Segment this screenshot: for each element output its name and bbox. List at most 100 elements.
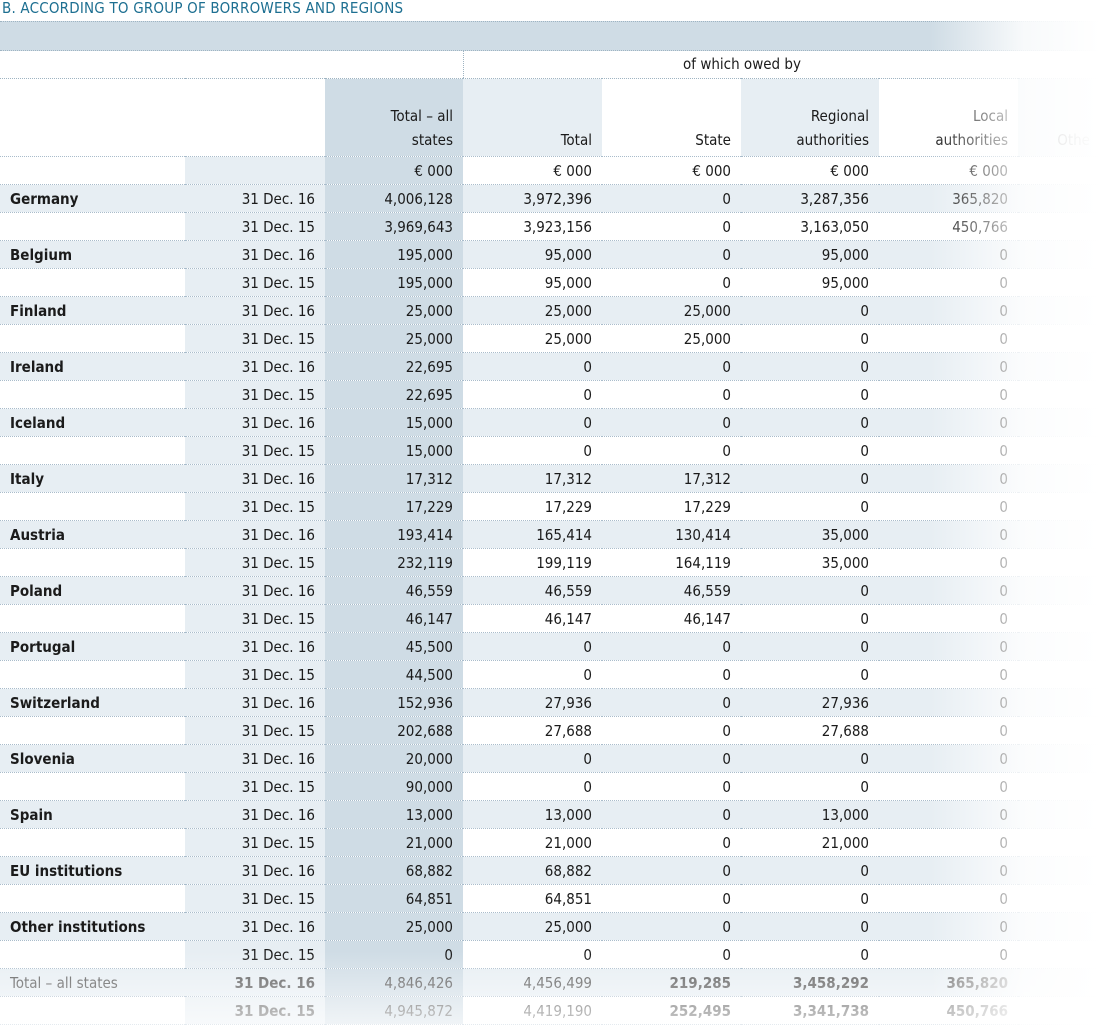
- value-cell: 0: [463, 660, 602, 689]
- value-cell-other: [1018, 828, 1100, 857]
- date-cell: 31 Dec. 16: [185, 744, 325, 773]
- date-cell: 31 Dec. 15: [185, 380, 325, 409]
- row-label-empty: [0, 940, 185, 969]
- col-header-regional: Regional authorities: [741, 78, 879, 157]
- value-cell-other: [1018, 940, 1100, 969]
- table-row: Spain 31 Dec. 16 13,000 13,000 0 13,000 0: [0, 800, 1100, 829]
- table-row: 31 Dec. 15 15,000 0 0 0 0: [0, 436, 1100, 465]
- date-cell: 31 Dec. 15: [185, 324, 325, 353]
- value-cell: 17,312: [463, 464, 602, 493]
- value-cell: 17,229: [602, 492, 741, 521]
- value-cell: 3,287,356: [741, 184, 879, 213]
- value-cell: 0: [741, 436, 879, 465]
- value-cell: 0: [741, 380, 879, 409]
- date-cell: 31 Dec. 16: [185, 240, 325, 269]
- table-row: Italy 31 Dec. 16 17,312 17,312 17,312 0 0: [0, 464, 1100, 493]
- value-cell: 3,458,292: [741, 968, 879, 997]
- value-cell: 64,851: [325, 884, 463, 913]
- date-cell: 31 Dec. 16: [185, 968, 325, 997]
- value-cell: 0: [463, 772, 602, 801]
- value-cell: 0: [602, 856, 741, 885]
- value-cell: 450,766: [879, 996, 1018, 1025]
- value-cell-other: [1018, 268, 1100, 297]
- value-cell: 21,000: [463, 828, 602, 857]
- value-cell: 0: [741, 744, 879, 773]
- value-cell: 130,414: [602, 520, 741, 549]
- value-cell: 0: [879, 884, 1018, 913]
- value-cell-other: [1018, 492, 1100, 521]
- date-cell: 31 Dec. 16: [185, 520, 325, 549]
- value-cell: 27,688: [463, 716, 602, 745]
- value-cell: 46,147: [463, 604, 602, 633]
- table-row: 31 Dec. 15 202,688 27,688 0 27,688 0: [0, 716, 1100, 745]
- value-cell: 0: [602, 800, 741, 829]
- value-cell: 0: [602, 940, 741, 969]
- value-cell: 0: [741, 296, 879, 325]
- table-row: 31 Dec. 15 25,000 25,000 25,000 0 0: [0, 324, 1100, 353]
- value-cell-other: [1018, 968, 1100, 997]
- table-row: Other institutions 31 Dec. 16 25,000 25,000…: [0, 912, 1100, 941]
- value-cell: 13,000: [741, 800, 879, 829]
- value-cell: 0: [879, 744, 1018, 773]
- table-row: 31 Dec. 15 22,695 0 0 0 0: [0, 380, 1100, 409]
- date-cell: 31 Dec. 16: [185, 800, 325, 829]
- value-cell: 68,882: [325, 856, 463, 885]
- table-row: 31 Dec. 15 195,000 95,000 0 95,000 0: [0, 268, 1100, 297]
- value-cell: 0: [879, 800, 1018, 829]
- date-cell: 31 Dec. 16: [185, 912, 325, 941]
- value-cell: 17,312: [325, 464, 463, 493]
- table-row: Slovenia 31 Dec. 16 20,000 0 0 0 0: [0, 744, 1100, 773]
- table-row: 31 Dec. 15 64,851 64,851 0 0 0: [0, 884, 1100, 913]
- value-cell: 4,945,872: [325, 996, 463, 1025]
- value-cell: 4,846,426: [325, 968, 463, 997]
- row-label-empty: [0, 772, 185, 801]
- value-cell: 0: [602, 688, 741, 717]
- unit-label: € 000: [879, 156, 1018, 185]
- row-label-empty: [0, 548, 185, 577]
- date-cell: 31 Dec. 15: [185, 212, 325, 241]
- value-cell: 22,695: [325, 352, 463, 381]
- value-cell: 0: [741, 912, 879, 941]
- table-row: 31 Dec. 15 44,500 0 0 0 0: [0, 660, 1100, 689]
- row-label-empty: [0, 716, 185, 745]
- row-label: Spain: [0, 800, 185, 829]
- value-cell: 0: [602, 828, 741, 857]
- col-header-state: State: [602, 78, 741, 157]
- date-cell: 31 Dec. 15: [185, 492, 325, 521]
- row-label: Belgium: [0, 240, 185, 269]
- value-cell: 0: [325, 940, 463, 969]
- row-label: Total – all states: [0, 968, 185, 997]
- value-cell: 0: [879, 660, 1018, 689]
- row-label-empty: [0, 660, 185, 689]
- value-cell: 0: [741, 492, 879, 521]
- table-row: Germany 31 Dec. 16 4,006,128 3,972,396 0 3,28…: [0, 184, 1100, 213]
- row-label-empty: [0, 212, 185, 241]
- date-cell: 31 Dec. 16: [185, 408, 325, 437]
- value-cell: 0: [879, 856, 1018, 885]
- value-cell: 3,163,050: [741, 212, 879, 241]
- row-label: Germany: [0, 184, 185, 213]
- value-cell-other: [1018, 576, 1100, 605]
- unit-label: € 000: [325, 156, 463, 185]
- value-cell: 0: [879, 576, 1018, 605]
- date-cell: 31 Dec. 15: [185, 996, 325, 1025]
- value-cell: 46,559: [463, 576, 602, 605]
- value-cell: 0: [602, 240, 741, 269]
- value-cell: 0: [463, 744, 602, 773]
- value-cell: 27,936: [463, 688, 602, 717]
- value-cell: 195,000: [325, 240, 463, 269]
- date-cell: 31 Dec. 15: [185, 548, 325, 577]
- value-cell: 95,000: [741, 240, 879, 269]
- date-cell: 31 Dec. 16: [185, 632, 325, 661]
- table-row: 31 Dec. 15 17,229 17,229 17,229 0 0: [0, 492, 1100, 521]
- row-label: Slovenia: [0, 744, 185, 773]
- row-label: Ireland: [0, 352, 185, 381]
- value-cell: 20,000: [325, 744, 463, 773]
- value-cell-other: [1018, 548, 1100, 577]
- row-label-empty: [0, 436, 185, 465]
- value-cell: 25,000: [463, 296, 602, 325]
- value-cell: 95,000: [463, 240, 602, 269]
- value-cell-other: [1018, 212, 1100, 241]
- date-cell: 31 Dec. 15: [185, 660, 325, 689]
- value-cell: 0: [879, 464, 1018, 493]
